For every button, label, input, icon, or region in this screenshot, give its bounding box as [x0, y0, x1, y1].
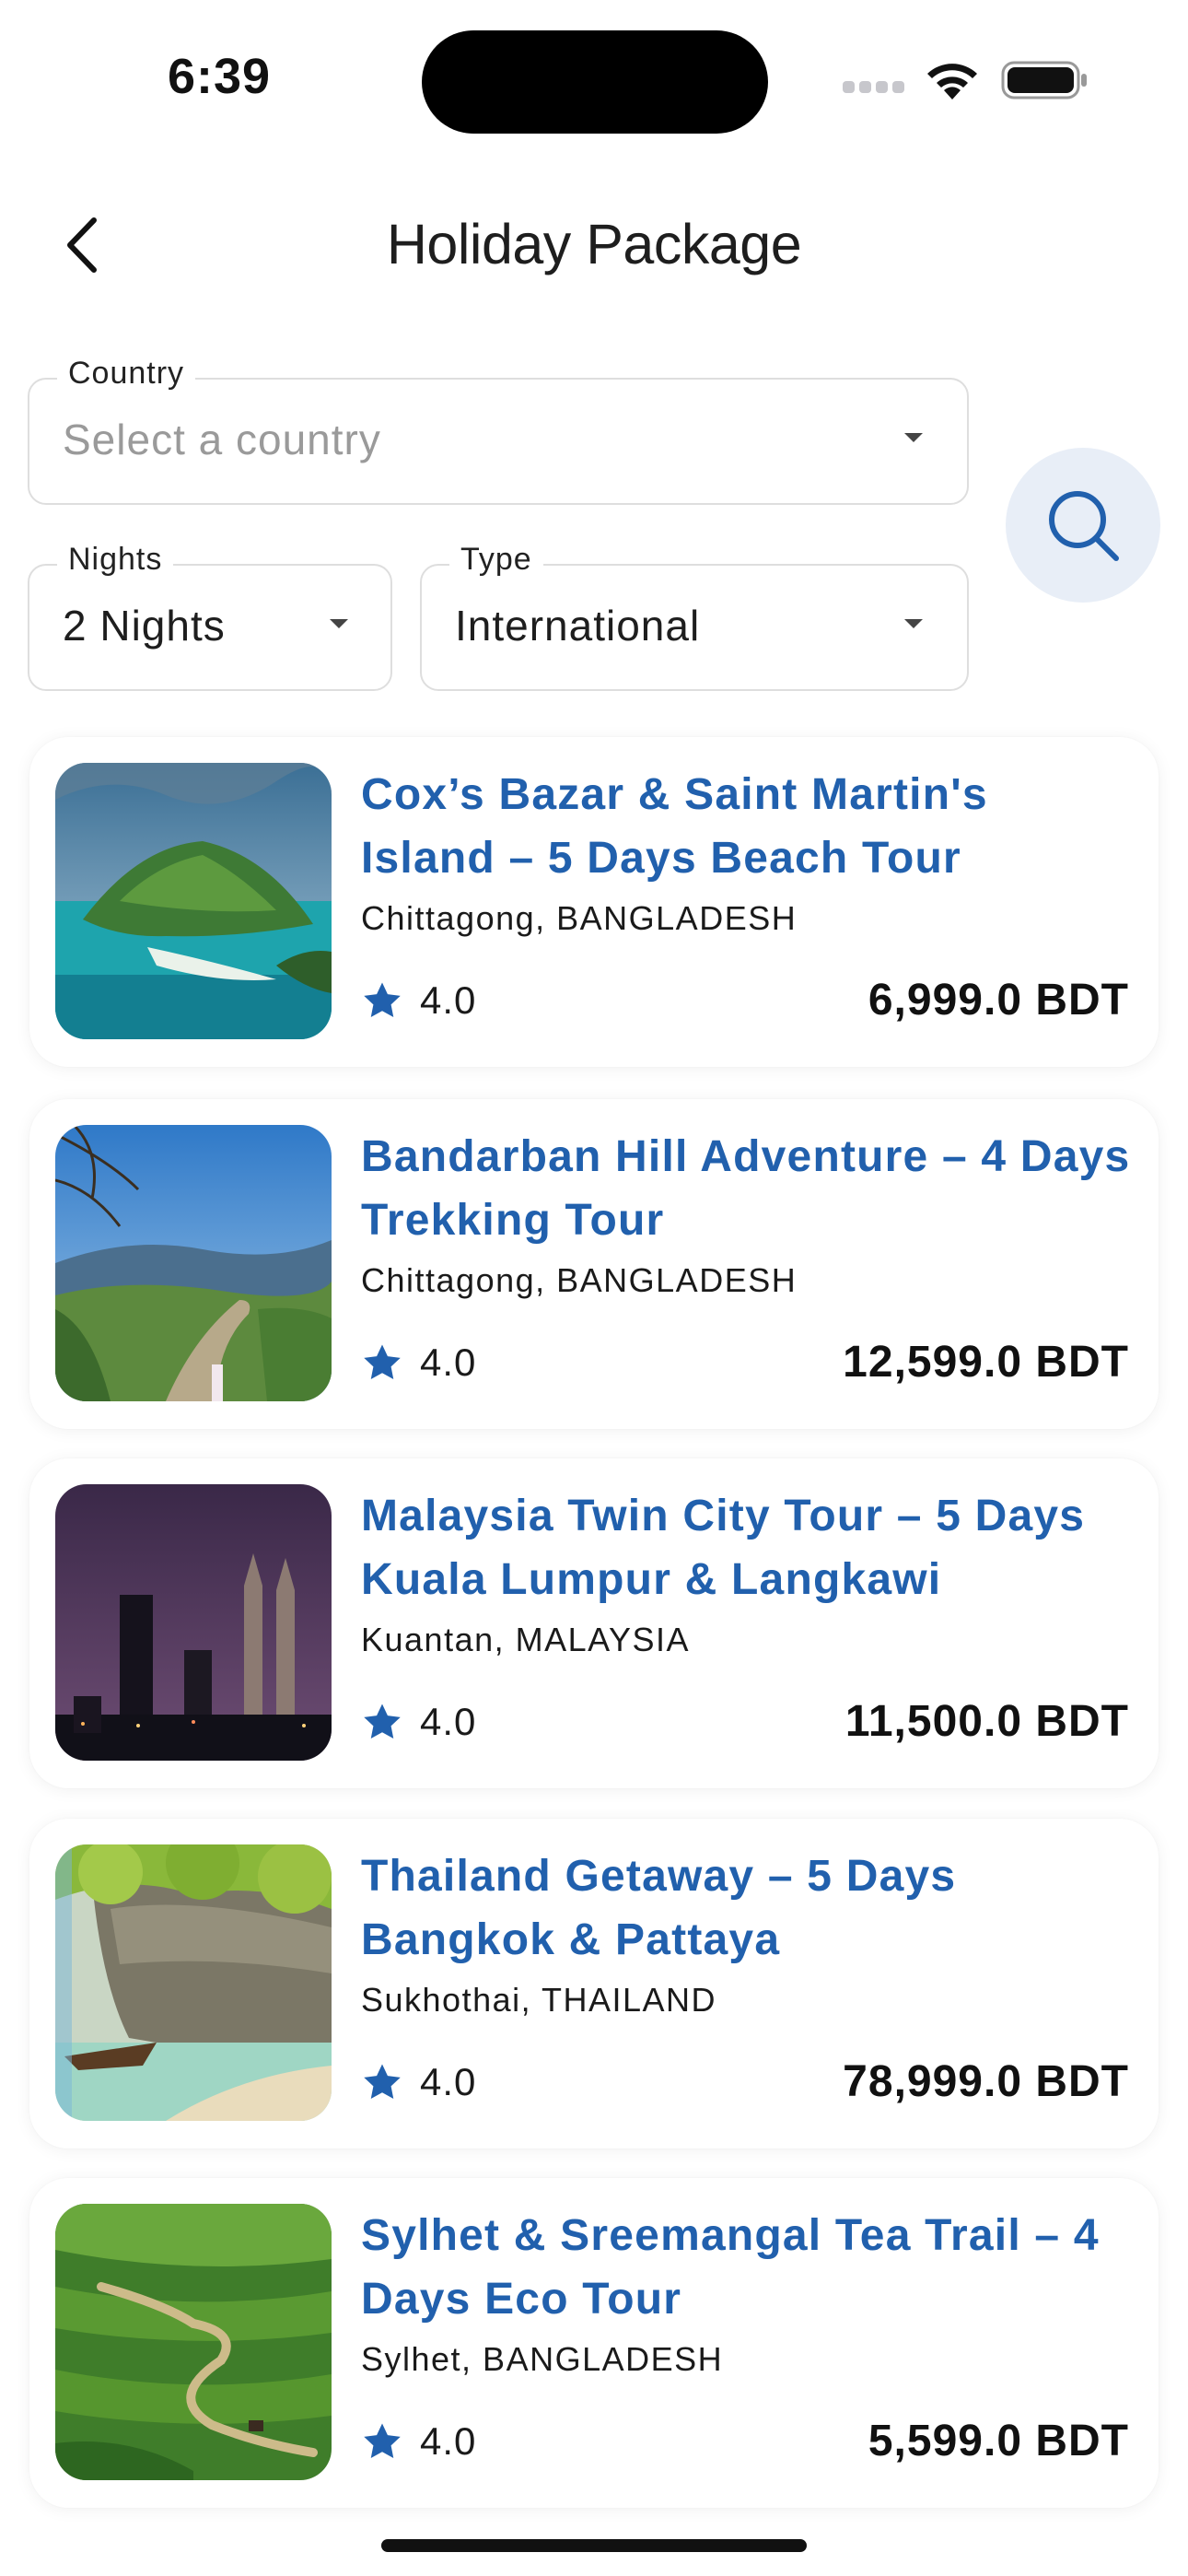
nights-label: Nights: [57, 542, 174, 578]
package-rating: 4.0: [361, 2419, 476, 2464]
type-label: Type: [449, 542, 543, 578]
rating-value: 4.0: [420, 2060, 477, 2103]
package-location: Sukhothai, THAILAND: [361, 1981, 717, 2019]
package-price: 11,500.0 BDT: [844, 1697, 1129, 1746]
status-time: 6:39: [168, 49, 272, 104]
package-image: [55, 763, 332, 1039]
status-bar: 6:39: [0, 0, 1188, 157]
star-icon: [364, 2423, 401, 2459]
package-image: [55, 1125, 332, 1401]
app-header: Holiday Package: [0, 184, 1188, 304]
package-card[interactable]: Bandarban Hill Adventure – 4 Days Trekki…: [29, 1099, 1159, 1429]
nights-value: 2 Nights: [63, 602, 226, 650]
star-icon: [364, 1704, 401, 1739]
search-button[interactable]: [1006, 448, 1160, 603]
package-location: Sylhet, BANGLADESH: [361, 2340, 724, 2378]
package-image: [55, 1484, 332, 1761]
dropdown-arrow-icon: [904, 619, 923, 628]
package-rating: 4.0: [361, 1700, 476, 1744]
package-card[interactable]: Sylhet & Sreemangal Tea Trail – 4 Days E…: [29, 2178, 1159, 2508]
package-rating: 4.0: [361, 1341, 476, 1385]
rating-value: 4.0: [420, 2419, 477, 2463]
package-rating: 4.0: [361, 2060, 476, 2104]
package-price: 6,999.0 BDT: [868, 976, 1129, 1025]
star-icon: [364, 1344, 401, 1380]
dynamic-island: [422, 30, 768, 134]
wifi-icon: [927, 64, 977, 100]
type-value: International: [455, 602, 701, 650]
dropdown-arrow-icon: [330, 619, 348, 628]
rating-value: 4.0: [420, 978, 477, 1022]
package-location: Kuantan, MALAYSIA: [361, 1621, 691, 1658]
home-indicator[interactable]: [381, 2539, 807, 2552]
dropdown-arrow-icon: [904, 433, 923, 442]
country-select[interactable]: Country Select a country: [28, 356, 969, 505]
package-price: 12,599.0 BDT: [843, 1338, 1129, 1387]
package-card[interactable]: Thailand Getaway – 5 Days Bangkok & Patt…: [29, 1819, 1159, 2149]
package-rating: 4.0: [361, 978, 476, 1023]
package-title: Malaysia Twin City Tour – 5 Days Kuala L…: [361, 1492, 1086, 1604]
rating-value: 4.0: [420, 1700, 477, 1743]
country-placeholder: Select a country: [63, 416, 381, 463]
battery-icon: [1001, 61, 1087, 100]
package-card[interactable]: Malaysia Twin City Tour – 5 Days Kuala L…: [29, 1458, 1159, 1788]
country-label: Country: [57, 356, 196, 392]
package-image: [55, 1844, 332, 2121]
search-icon: [1049, 491, 1119, 561]
package-title: Cox’s Bazar & Saint Martin's Island – 5 …: [361, 770, 988, 883]
star-icon: [364, 982, 401, 1018]
type-select[interactable]: Type International: [420, 542, 969, 691]
package-location: Chittagong, BANGLADESH: [361, 899, 798, 937]
package-title: Sylhet & Sreemangal Tea Trail – 4 Days E…: [361, 2211, 1100, 2324]
package-image: [55, 2204, 332, 2480]
cellular-signal-icon: [843, 81, 905, 100]
package-location: Chittagong, BANGLADESH: [361, 1261, 798, 1299]
package-price: 78,999.0 BDT: [843, 2057, 1129, 2106]
package-price: 5,599.0 BDT: [868, 2417, 1129, 2465]
package-title: Thailand Getaway – 5 Days Bangkok & Patt…: [361, 1852, 957, 1964]
page-title: Holiday Package: [386, 213, 802, 275]
package-card[interactable]: Cox’s Bazar & Saint Martin's Island – 5 …: [29, 737, 1159, 1067]
package-title: Bandarban Hill Adventure – 4 Days Trekki…: [361, 1132, 1131, 1245]
star-icon: [364, 2064, 401, 2100]
rating-value: 4.0: [420, 1341, 477, 1384]
nights-select[interactable]: Nights 2 Nights: [28, 542, 392, 691]
